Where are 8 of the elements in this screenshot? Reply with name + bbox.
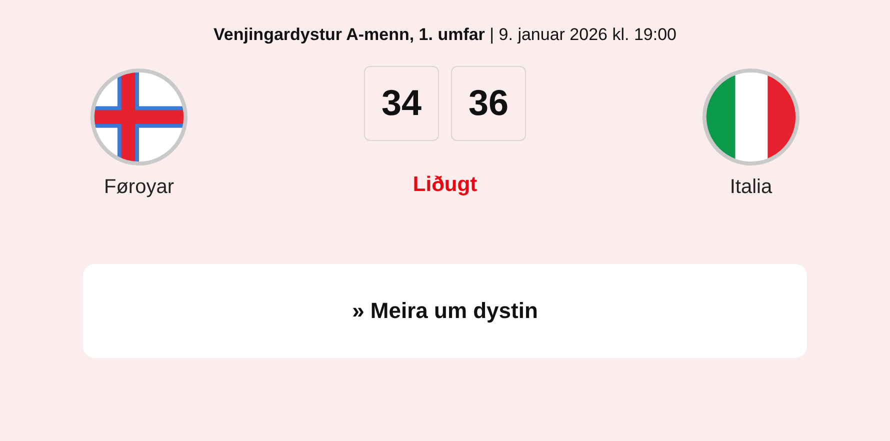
flag-icon: [702, 68, 800, 166]
match-info: Venjingardystur A-menn, 1. umfar | 9. januar 2026 kl. 19:00: [214, 24, 676, 46]
team-name: Italia: [730, 174, 772, 200]
team-name: Føroyar: [104, 174, 174, 200]
score-box: 36: [451, 66, 526, 140]
match-status: Liðugt: [412, 172, 478, 198]
score-box: 34: [364, 66, 439, 140]
more-button[interactable]: » Meira um dystin: [83, 264, 807, 358]
